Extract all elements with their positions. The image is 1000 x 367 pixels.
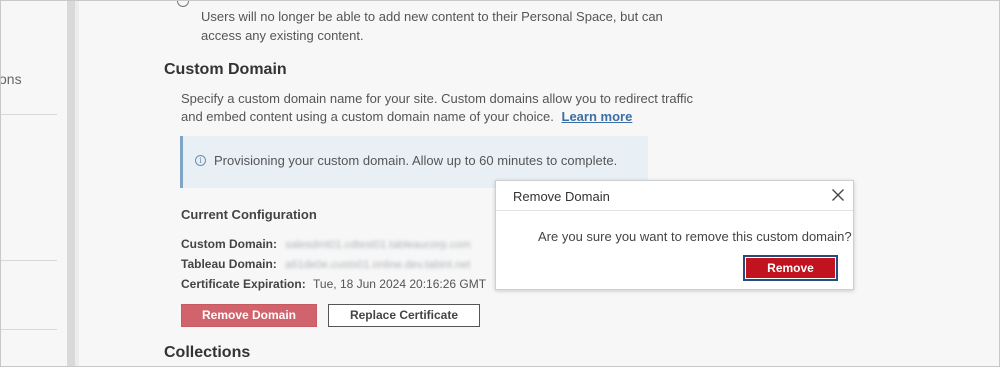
certificate-expiration-label: Certificate Expiration: <box>181 277 306 291</box>
current-configuration-title: Current Configuration <box>181 207 317 222</box>
replace-certificate-button[interactable]: Replace Certificate <box>328 304 480 327</box>
sidebar: ons <box>1 1 67 366</box>
sidebar-scrollbar[interactable] <box>67 1 75 366</box>
custom-domain-title: Custom Domain <box>164 61 287 78</box>
provisioning-message: Provisioning your custom domain. Allow u… <box>214 153 618 168</box>
custom-domain-label: Custom Domain: <box>181 237 277 251</box>
custom-domain-value: salesdmt01.cdtest01.tableaucorp.com <box>285 239 471 251</box>
sidebar-item-label[interactable]: ons <box>1 71 22 87</box>
personal-space-description-line1: Users will no longer be able to add new … <box>201 9 663 24</box>
sidebar-divider <box>1 329 57 330</box>
tableau-domain-value: a61de0e.custo01.online.dev.tabint.net <box>285 259 471 271</box>
personal-space-description-line2: access any existing content. <box>201 28 364 43</box>
custom-domain-description-line2: and embed content using a custom domain … <box>181 109 632 124</box>
tableau-domain-label: Tableau Domain: <box>181 257 277 271</box>
certificate-expiration-value: Tue, 18 Jun 2024 20:16:26 GMT <box>313 277 487 291</box>
app-window: ons Users will no longer be able to add … <box>0 0 1000 367</box>
custom-domain-row: Custom Domain: salesdmt01.cdtest01.table… <box>181 237 471 251</box>
sidebar-divider <box>1 114 57 115</box>
dialog-message: Are you sure you want to remove this cus… <box>538 229 852 244</box>
sidebar-divider <box>1 260 57 261</box>
close-icon[interactable] <box>831 188 845 202</box>
learn-more-link[interactable]: Learn more <box>562 109 633 124</box>
dialog-title: Remove Domain <box>513 189 610 204</box>
custom-domain-description-text: and embed content using a custom domain … <box>181 109 554 124</box>
remove-domain-button[interactable]: Remove Domain <box>181 304 317 327</box>
info-icon: i <box>195 155 206 166</box>
collections-title: Collections <box>164 344 251 361</box>
remove-domain-dialog: Remove Domain Are you sure you want to r… <box>495 180 854 290</box>
custom-domain-description-line1: Specify a custom domain name for your si… <box>181 91 694 106</box>
tableau-domain-row: Tableau Domain: a61de0e.custo01.online.d… <box>181 257 470 271</box>
confirm-remove-button[interactable]: Remove <box>743 255 838 281</box>
certificate-expiration-row: Certificate Expiration: Tue, 18 Jun 2024… <box>181 277 486 291</box>
dialog-header: Remove Domain <box>496 181 853 211</box>
